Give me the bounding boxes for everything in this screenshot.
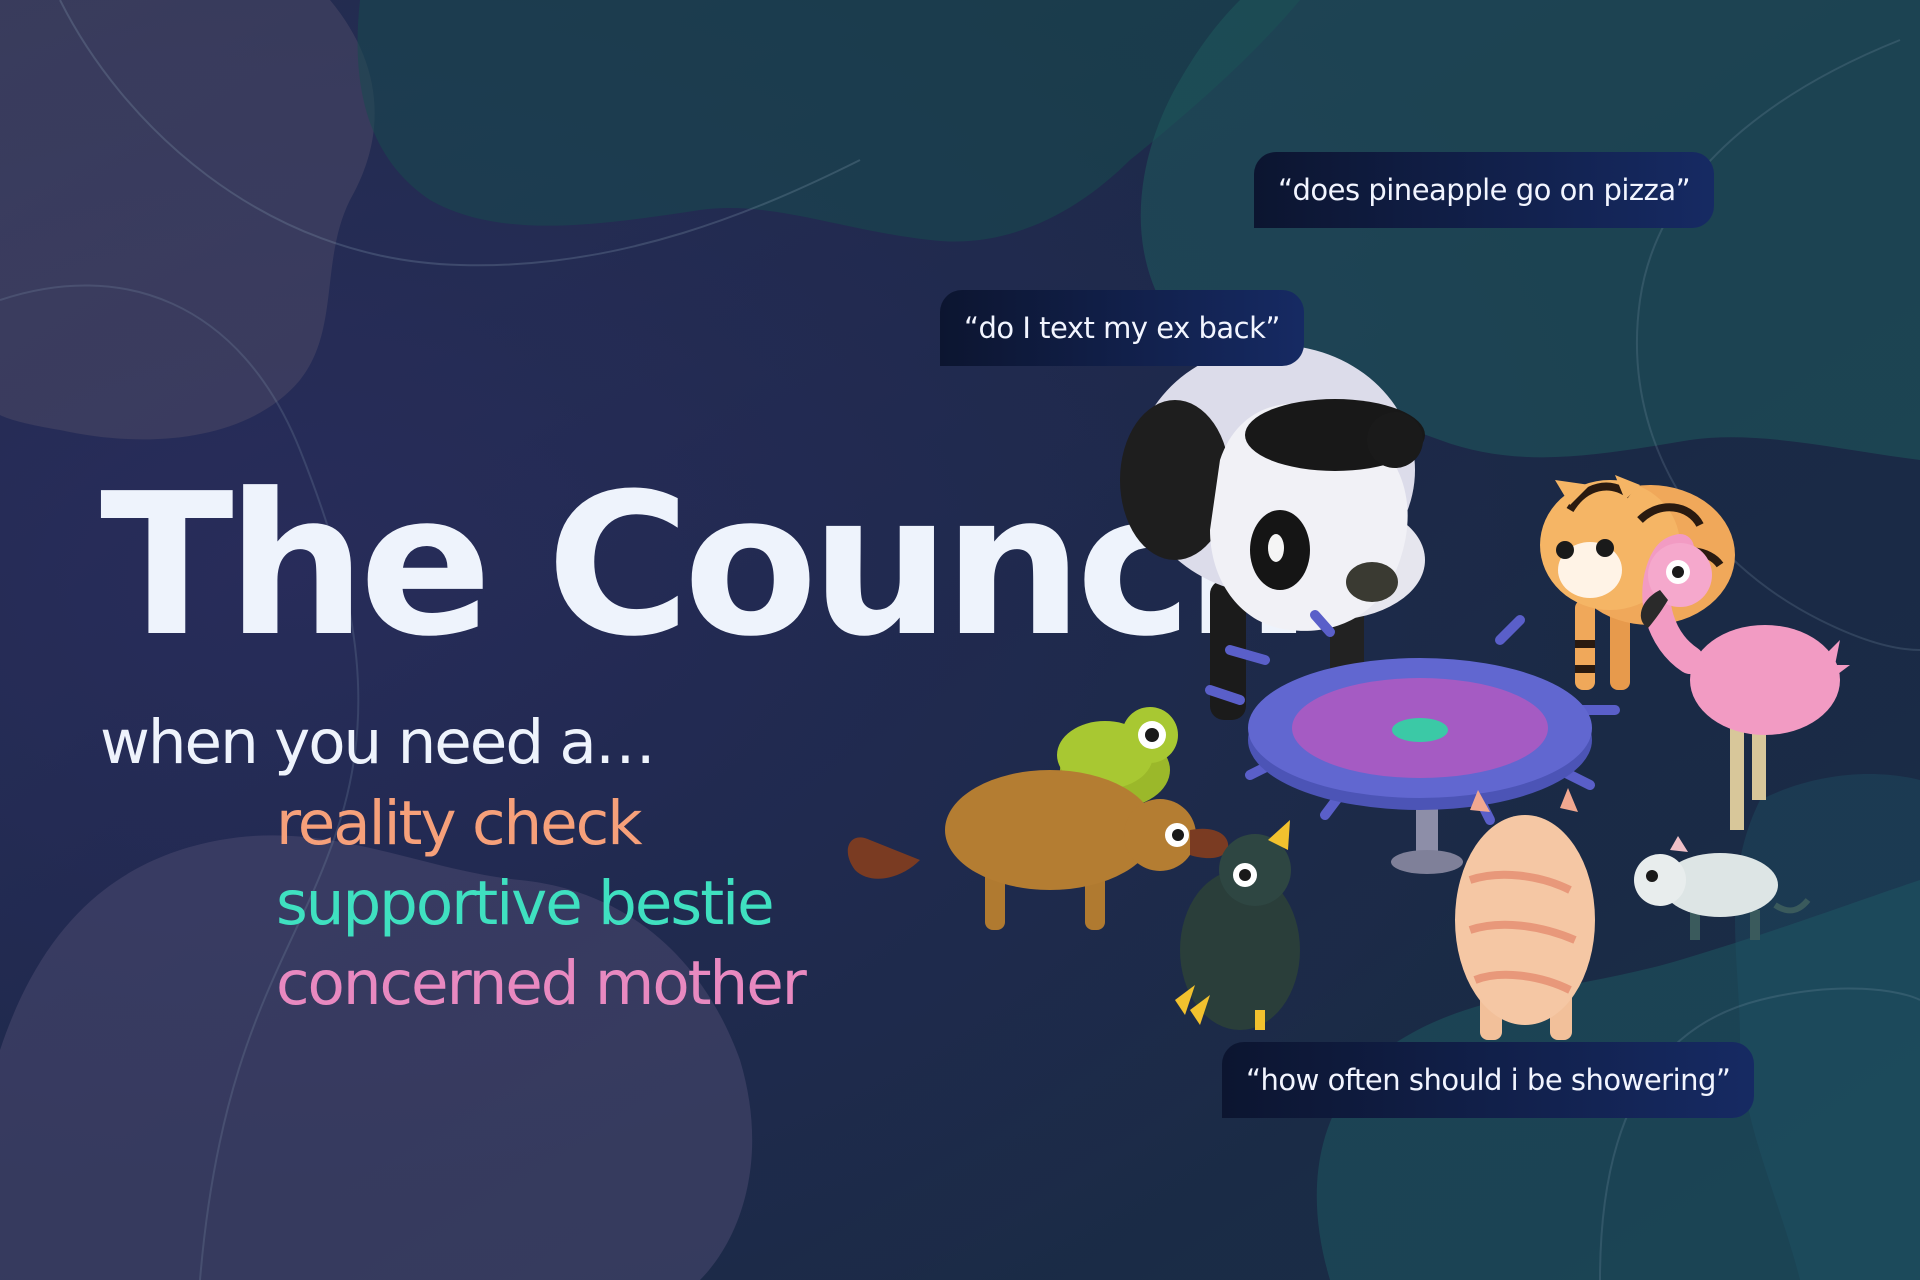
speech-bubble-text-ex: “do I text my ex back” [940, 290, 1304, 366]
poster: The Council when you need a… reality che… [0, 0, 1920, 1280]
pig-illustration [1455, 788, 1595, 1040]
platypus-illustration [847, 770, 1229, 930]
speech-bubble-pineapple: “does pineapple go on pizza” [1254, 152, 1715, 228]
speech-bubble-showering: “how often should i be showering” [1222, 1042, 1755, 1118]
mouse-illustration [1634, 836, 1811, 940]
flamingo-illustration [1640, 534, 1850, 830]
